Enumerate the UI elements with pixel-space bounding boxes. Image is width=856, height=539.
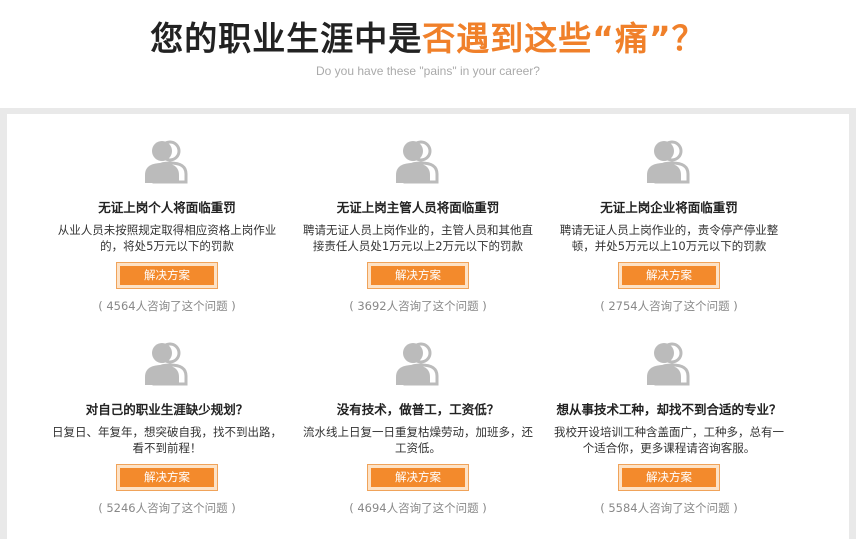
card-description: 我校开设培训工种含盖面广，工种多，总有一个适合你，更多课程请咨询客服。 [554, 425, 784, 455]
user-group-icon [647, 140, 690, 184]
pain-points-panel: 无证上岗个人将面临重罚 从业人员未按照规定取得相应资格上岗作业的，将处5万元以下… [7, 114, 849, 539]
pain-card-3: 无证上岗企业将面临重罚 聘请无证人员上岗作业的，责令停产停业整顿，并处5万元以上… [534, 136, 804, 336]
consult-count: ( 5246人咨询了这个问题 ) [98, 501, 236, 515]
solution-button[interactable]: 解决方案 [618, 464, 720, 491]
card-description: 流水线上日复一日重复枯燥劳动，加班多，还工资低。 [303, 425, 533, 455]
solution-button[interactable]: 解决方案 [116, 262, 218, 289]
title-part-2-highlight: 否遇到这些“痛”？ [422, 19, 706, 58]
pain-card-1: 无证上岗个人将面临重罚 从业人员未按照规定取得相应资格上岗作业的，将处5万元以下… [32, 136, 302, 336]
consult-count: ( 5584人咨询了这个问题 ) [600, 501, 738, 515]
page-title: 您的职业生涯中是否遇到这些“痛”？ [0, 18, 856, 60]
card-description: 聘请无证人员上岗作业的，责令停产停业整顿，并处5万元以上10万元以下的罚款 [559, 223, 779, 253]
user-group-icon [396, 342, 439, 386]
card-description: 日复日、年复年，想突破自我，找不到出路，看不到前程！ [52, 425, 282, 455]
card-title: 想从事技术工种，却找不到合适的专业？ [556, 402, 782, 417]
pain-card-4: 对自己的职业生涯缺少规划？ 日复日、年复年，想突破自我，找不到出路，看不到前程！… [32, 338, 302, 538]
solution-button[interactable]: 解决方案 [618, 262, 720, 289]
header: 您的职业生涯中是否遇到这些“痛”？ Do you have these "pai… [0, 0, 856, 108]
page-subtitle: Do you have these "pains" in your career… [316, 64, 540, 78]
consult-count: ( 4694人咨询了这个问题 ) [349, 501, 487, 515]
pain-card-6: 想从事技术工种，却找不到合适的专业？ 我校开设培训工种含盖面广，工种多，总有一个… [534, 338, 804, 538]
pain-card-5: 没有技术，做普工，工资低？ 流水线上日复一日重复枯燥劳动，加班多，还工资低。 解… [283, 338, 553, 538]
user-group-icon [145, 342, 188, 386]
card-title: 无证上岗企业将面临重罚 [600, 200, 738, 215]
pain-points-section: 无证上岗个人将面临重罚 从业人员未按照规定取得相应资格上岗作业的，将处5万元以下… [0, 108, 856, 539]
solution-button[interactable]: 解决方案 [367, 464, 469, 491]
solution-button[interactable]: 解决方案 [367, 262, 469, 289]
card-title: 无证上岗个人将面临重罚 [98, 200, 236, 215]
card-description: 聘请无证人员上岗作业的，主管人员和其他直接责任人员处1万元以上2万元以下的罚款 [303, 223, 533, 253]
consult-count: ( 2754人咨询了这个问题 ) [600, 299, 738, 313]
card-title: 无证上岗主管人员将面临重罚 [336, 200, 500, 215]
solution-button[interactable]: 解决方案 [116, 464, 218, 491]
card-title: 没有技术，做普工，工资低？ [336, 402, 500, 417]
card-title: 对自己的职业生涯缺少规划？ [85, 402, 249, 417]
user-group-icon [647, 342, 690, 386]
pain-card-2: 无证上岗主管人员将面临重罚 聘请无证人员上岗作业的，主管人员和其他直接责任人员处… [283, 136, 553, 336]
consult-count: ( 3692人咨询了这个问题 ) [349, 299, 487, 313]
card-description: 从业人员未按照规定取得相应资格上岗作业的，将处5万元以下的罚款 [57, 223, 277, 253]
user-group-icon [396, 140, 439, 184]
title-part-1: 您的职业生涯中是 [150, 19, 423, 58]
user-group-icon [145, 140, 188, 184]
consult-count: ( 4564人咨询了这个问题 ) [98, 299, 236, 313]
